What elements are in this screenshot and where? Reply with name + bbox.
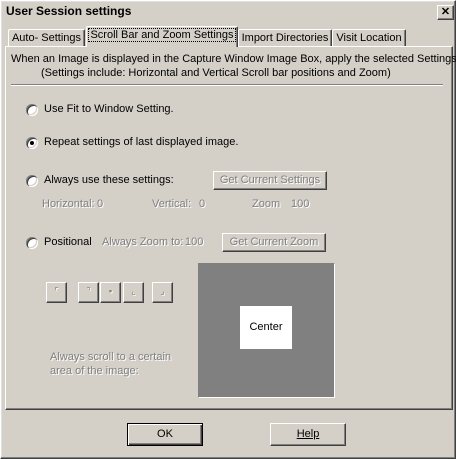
description-line-1: When an Image is displayed in the Captur… [11,53,456,65]
dialog-title: User Session settings [6,4,132,18]
repeat-last-label[interactable]: Repeat settings of last displayed image. [44,136,238,148]
positional-label[interactable]: Positional [44,236,92,248]
fit-window-label[interactable]: Use Fit to Window Setting. [44,103,174,115]
tab-visit-location[interactable]: Visit Location [332,29,406,47]
get-current-settings-button[interactable]: Get Current Settings [213,171,327,190]
center-position-button[interactable]: ▪ [100,282,121,303]
tab-label: Scroll Bar and Zoom Settings [88,28,236,42]
bottom-right-position-button[interactable]: ⌟ [152,282,173,303]
always-use-label[interactable]: Always use these settings: [44,174,174,186]
tab-label: Auto- Settings [11,32,82,44]
scroll-hint-line-2: area of the image: [50,365,139,377]
top-right-position-button[interactable]: ⌝ [78,282,99,303]
title-bar[interactable]: User Session settings ✕ [2,2,454,20]
center-region[interactable]: Center [240,306,292,349]
ok-button[interactable]: OK [127,423,203,446]
separator [11,84,443,86]
repeat-last-radio[interactable] [26,137,38,149]
scroll-hint-line-1: Always scroll to a certain [50,351,172,363]
close-button[interactable]: ✕ [437,5,454,20]
horizontal-label: Horizontal: [42,198,95,210]
vertical-label: Vertical: [152,198,192,210]
tab-import-directories[interactable]: Import Directories [238,29,332,47]
fit-window-radio[interactable] [26,104,38,116]
horizontal-value: 0 [97,198,104,210]
tab-auto-settings[interactable]: Auto- Settings [8,29,85,47]
help-label: Help [296,428,320,440]
tab-scroll-bar-zoom-settings[interactable]: Scroll Bar and Zoom Settings [86,26,238,47]
tab-panel: When an Image is displayed in the Captur… [5,46,456,410]
vertical-value: 0 [199,198,206,210]
close-icon: ✕ [440,6,451,18]
positional-radio[interactable] [26,237,38,249]
get-current-zoom-button[interactable]: Get Current Zoom [222,233,326,252]
tab-label: Visit Location [336,32,402,44]
position-preview[interactable]: Center [198,263,335,398]
zoom-label: Zoom [252,198,281,210]
zoom-value: 100 [291,198,310,210]
bottom-left-position-button[interactable]: ⌞ [123,282,144,303]
top-left-position-button[interactable]: ⌜ [46,282,67,303]
description-line-2: (Settings include: Horizontal and Vertic… [41,67,391,79]
always-zoom-label: Always Zoom to: [102,236,184,248]
always-zoom-value: 100 [185,236,204,248]
always-use-radio[interactable] [26,175,38,187]
help-button[interactable]: Help [270,423,346,446]
tab-label: Import Directories [241,32,329,44]
